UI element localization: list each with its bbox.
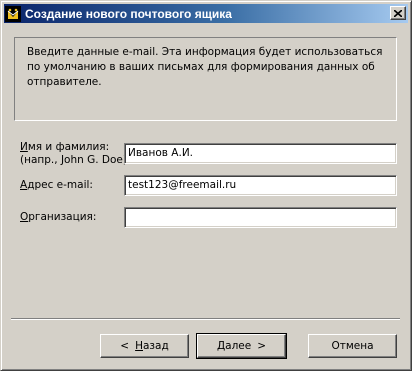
bottom-separator	[11, 318, 400, 320]
back-button[interactable]: < Назад	[100, 334, 189, 358]
dialog-window: Создание нового почтового ящика Введите …	[0, 0, 412, 371]
back-label: Назад	[135, 340, 169, 352]
close-button[interactable]	[390, 6, 406, 20]
next-label: Далее	[216, 340, 252, 352]
full-name-field[interactable]: Иванов А.И.	[124, 143, 397, 164]
title-bar[interactable]: Создание нового почтового ящика	[4, 4, 408, 23]
cancel-button[interactable]: Отмена	[308, 334, 397, 358]
info-panel: Введите данные e-mail. Эта информация бу…	[14, 37, 397, 121]
organization-label: Организация:	[20, 211, 97, 223]
email-field[interactable]: test123@freemail.ru	[124, 175, 397, 196]
cancel-label: Отмена	[331, 340, 374, 352]
close-icon	[394, 9, 402, 17]
next-button[interactable]: Далее >	[196, 333, 287, 359]
next-arrow: >	[257, 340, 267, 352]
mail-wizard-icon	[5, 5, 21, 22]
window-title: Создание нового почтового ящика	[25, 6, 232, 21]
info-text: Введите данные e-mail. Эта информация бу…	[27, 46, 383, 88]
name-hint: (напр., John G. Doe)	[20, 154, 127, 166]
back-arrow: <	[120, 340, 130, 352]
email-label: Адрес e-mail:	[20, 179, 93, 191]
name-label: Имя и фамилия: (напр., John G. Doe)	[20, 141, 127, 166]
organization-field[interactable]	[124, 207, 397, 228]
